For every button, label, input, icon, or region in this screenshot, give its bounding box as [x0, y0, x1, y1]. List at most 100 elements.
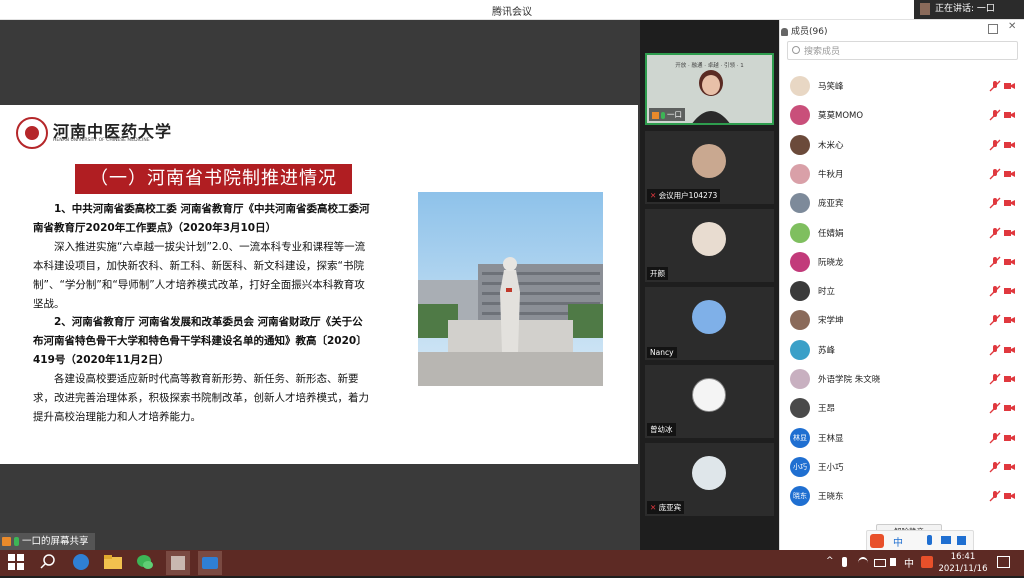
mic-muted-icon[interactable] [989, 432, 1001, 444]
edge-browser-icon[interactable] [72, 553, 92, 573]
member-name: 木米心 [818, 141, 844, 151]
member-avatar [790, 164, 810, 184]
sogou-tray-icon[interactable] [921, 556, 933, 568]
member-avatar [790, 398, 810, 418]
member-row[interactable]: 木米心 [790, 133, 1020, 157]
video-tile[interactable]: 曾幼冰 [645, 365, 774, 438]
camera-off-icon[interactable] [1004, 491, 1015, 501]
app-icon[interactable] [166, 551, 190, 575]
mic-muted-icon[interactable] [989, 461, 1001, 473]
close-icon[interactable]: ✕ [1008, 21, 1016, 32]
video-name-label: ✕ 庞亚宾 [647, 501, 685, 514]
sogou-logo-icon [870, 534, 884, 548]
camera-off-icon[interactable] [1004, 462, 1015, 472]
mic-muted-icon[interactable] [989, 139, 1001, 151]
camera-off-icon[interactable] [1004, 433, 1015, 443]
mic-muted-icon[interactable] [989, 402, 1001, 414]
camera-off-icon[interactable] [1004, 140, 1015, 150]
member-row[interactable]: 莫莫MOMO [790, 103, 1020, 127]
camera-off-icon[interactable] [1004, 169, 1015, 179]
member-avatar: 小巧 [790, 457, 810, 477]
member-name: 王小巧 [818, 463, 844, 473]
member-name: 马笑峰 [818, 82, 844, 92]
member-name: 宋学坤 [818, 316, 844, 326]
search-placeholder: 搜索成员 [804, 47, 841, 57]
speaker-avatar [920, 3, 930, 15]
member-row[interactable]: 外语学院 朱文晓 [790, 367, 1020, 391]
member-row[interactable]: 牛秋月 [790, 162, 1020, 186]
mic-icon [927, 535, 932, 545]
camera-off-icon[interactable] [1004, 110, 1015, 120]
member-row[interactable]: 时立 [790, 279, 1020, 303]
person-icon [781, 27, 788, 36]
member-row[interactable]: 马笑峰 [790, 74, 1020, 98]
member-row[interactable]: 晓东 王晓东 [790, 484, 1020, 508]
member-search-input[interactable]: 搜索成员 [787, 41, 1018, 60]
member-name: 牛秋月 [818, 170, 844, 180]
mic-muted-icon[interactable] [989, 344, 1001, 356]
ime-toolbar[interactable]: 中 [866, 530, 974, 552]
video-tile[interactable]: 开颜 [645, 209, 774, 282]
member-avatar [790, 252, 810, 272]
mic-icon[interactable] [842, 557, 847, 567]
camera-off-icon[interactable] [1004, 81, 1015, 91]
screen-share-status-badge[interactable]: 一口的屏幕共享 [0, 533, 95, 550]
mic-muted-icon[interactable] [989, 197, 1001, 209]
wechat-icon[interactable] [136, 553, 156, 573]
video-tile-active-speaker[interactable]: 开放 · 融通 · 卓越 · 引领 · 1 一口 [645, 53, 774, 125]
camera-off-icon[interactable] [1004, 403, 1015, 413]
member-name: 苏峰 [818, 346, 836, 356]
member-row[interactable]: 苏峰 [790, 338, 1020, 362]
member-row[interactable]: 王昂 [790, 396, 1020, 420]
mic-muted-icon[interactable] [989, 80, 1001, 92]
battery-icon[interactable] [874, 559, 886, 567]
member-avatar [790, 223, 810, 243]
camera-off-icon[interactable] [1004, 286, 1015, 296]
mic-muted-icon[interactable] [989, 373, 1001, 385]
camera-off-icon[interactable] [1004, 374, 1015, 384]
mic-muted-icon[interactable] [989, 109, 1001, 121]
mic-muted-icon[interactable] [989, 314, 1001, 326]
mic-muted-icon[interactable] [989, 168, 1001, 180]
network-icon[interactable] [858, 557, 868, 569]
camera-off-icon[interactable] [1004, 257, 1015, 267]
slide-paragraph-2-title: 2、河南省教育厅 河南省发展和改革委员会 河南省财政厅《关于公布河南省特色骨干大… [33, 316, 367, 367]
taskbar-date: 2021/11/16 [938, 564, 988, 574]
member-row[interactable]: 任婧娟 [790, 221, 1020, 245]
camera-off-icon[interactable] [1004, 198, 1015, 208]
mic-muted-icon[interactable] [989, 490, 1001, 502]
slide-paragraph-2-body: 各建设高校要适应新时代高等教育新形势、新任务、新形态、新要求，改进完善治理体系，… [33, 373, 369, 423]
member-row[interactable]: 宋学坤 [790, 308, 1020, 332]
taskbar-ime-label[interactable]: 中 [904, 555, 914, 570]
chevron-up-icon[interactable]: ^ [826, 556, 834, 566]
members-header: 成员(96) [781, 24, 827, 37]
search-icon[interactable] [40, 553, 60, 573]
windows-start-icon[interactable] [8, 554, 28, 574]
member-row[interactable]: 小巧 王小巧 [790, 455, 1020, 479]
mic-muted-icon[interactable] [989, 256, 1001, 268]
mic-muted-icon[interactable] [989, 285, 1001, 297]
video-tile[interactable]: ✕ 庞亚宾 [645, 443, 774, 516]
video-tile[interactable]: Nancy [645, 287, 774, 360]
video-name-label: Nancy [647, 347, 677, 358]
tencent-meeting-icon[interactable] [198, 551, 222, 575]
camera-off-icon[interactable] [1004, 345, 1015, 355]
member-avatar [790, 340, 810, 360]
popout-icon[interactable] [988, 24, 998, 34]
member-name: 王晓东 [818, 492, 844, 502]
mic-muted-icon[interactable] [989, 227, 1001, 239]
member-avatar [790, 105, 810, 125]
file-explorer-icon[interactable] [104, 554, 124, 574]
camera-off-icon[interactable] [1004, 228, 1015, 238]
member-row[interactable]: 林显 王林显 [790, 426, 1020, 450]
notification-icon[interactable] [997, 556, 1010, 568]
taskbar-clock[interactable]: 16:41 2021/11/16 [938, 551, 988, 575]
volume-icon[interactable] [890, 558, 896, 566]
camera-off-icon[interactable] [1004, 315, 1015, 325]
member-name: 时立 [818, 287, 836, 297]
video-tile[interactable]: ✕ 会议用户104273 [645, 131, 774, 204]
member-row[interactable]: 阮晓龙 [790, 250, 1020, 274]
member-row[interactable]: 庞亚宾 [790, 191, 1020, 215]
keyboard-icon [941, 536, 951, 544]
host-icon [652, 111, 659, 119]
